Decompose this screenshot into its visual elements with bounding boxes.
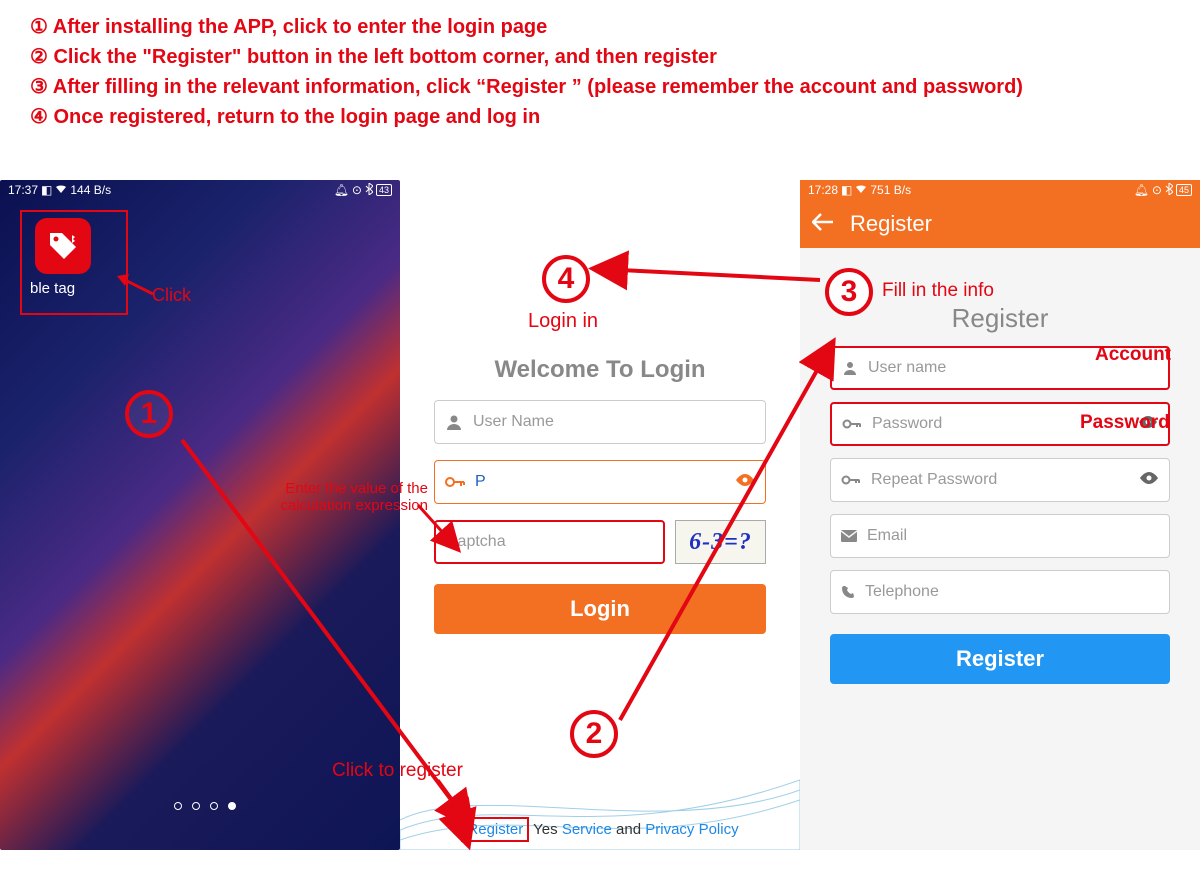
status-time: 17:28 (808, 183, 838, 197)
captcha-field[interactable] (434, 520, 665, 564)
status-net: 751 B/s (870, 183, 911, 197)
register-button[interactable]: Register (830, 634, 1170, 684)
bluetooth-icon (1165, 183, 1173, 198)
reg-tel-field[interactable] (830, 570, 1170, 614)
step-2-marker: 2 (570, 710, 618, 758)
step-1-marker: 1 (125, 390, 173, 438)
calc-annotation: Enter the value of the calculation expre… (258, 480, 428, 514)
reg-repeat-field[interactable] (830, 458, 1170, 502)
password-input[interactable] (475, 473, 725, 491)
password-annotation: Password (1080, 412, 1170, 434)
status-time: 17:37 (8, 183, 38, 197)
reg-email-input[interactable] (867, 527, 1159, 545)
click-annotation: Click (152, 285, 191, 306)
login-title: Welcome To Login (400, 356, 800, 384)
battery-icon: 43 (376, 184, 392, 196)
wifi-icon (55, 183, 67, 197)
reg-repeat-input[interactable] (871, 471, 1129, 489)
back-arrow-icon[interactable] (812, 211, 834, 237)
tag-icon (46, 229, 80, 263)
instruction-3: ③ After filling in the relevant informat… (30, 72, 1170, 102)
reg-email-field[interactable] (830, 514, 1170, 558)
status-net: 144 B/s (70, 183, 111, 197)
clock-icon: ⊙ (1152, 183, 1162, 197)
dot-2[interactable] (192, 802, 200, 810)
instruction-1: ① After installing the APP, click to ent… (30, 12, 1170, 42)
fill-in-info-annotation: Fill in the info (882, 280, 994, 302)
step-4-marker: 4 (542, 255, 590, 303)
eye-icon[interactable] (735, 473, 755, 492)
key-icon (445, 475, 465, 489)
register-header-title: Register (850, 211, 932, 237)
calc-annotation-l1: Enter the value of the (258, 480, 428, 497)
clock-icon: ⊙ (352, 183, 362, 197)
step-3-marker: 3 (825, 268, 873, 316)
page-dots[interactable] (174, 802, 236, 810)
wifi-icon (855, 183, 867, 197)
nfc-icon: ◧ (841, 183, 852, 197)
status-bar: 17:37 ◧ 144 B/s 🔔︎ ⊙ 43 (0, 180, 400, 200)
battery-icon: 45 (1176, 184, 1192, 196)
key-icon (842, 418, 862, 430)
mail-icon (841, 530, 857, 542)
click-arrow (115, 272, 155, 302)
phone-icon (841, 585, 855, 599)
service-link[interactable]: Service (562, 821, 612, 838)
user-icon (842, 360, 858, 376)
captcha-input[interactable] (446, 533, 653, 551)
instructions-block: ① After installing the APP, click to ent… (0, 0, 1200, 132)
instruction-4: ④ Once registered, return to the login p… (30, 102, 1170, 132)
bell-icon: 🔔︎ (334, 183, 349, 197)
app-label: ble tag (30, 280, 75, 297)
login-button[interactable]: Login (434, 584, 766, 634)
footer-yes-text: Yes (533, 821, 557, 838)
bluetooth-icon (365, 183, 373, 198)
instruction-2: ② Click the "Register" button in the lef… (30, 42, 1170, 72)
register-header: Register (800, 200, 1200, 248)
dot-4[interactable] (228, 802, 236, 810)
login-in-annotation: Login in (528, 310, 598, 333)
user-icon (445, 413, 463, 431)
account-annotation: Account (1095, 344, 1171, 366)
app-icon[interactable] (35, 218, 91, 274)
click-to-register-annotation: Click to register (332, 760, 463, 782)
register-link[interactable]: Register (467, 821, 523, 838)
footer-and: and (612, 821, 645, 838)
dot-1[interactable] (174, 802, 182, 810)
password-field[interactable] (434, 460, 766, 504)
username-input[interactable] (473, 413, 755, 431)
captcha-image[interactable]: 6-3=? (675, 520, 766, 564)
reg-tel-input[interactable] (865, 583, 1159, 601)
login-footer: Register Yes Service and Privacy Policy (400, 817, 800, 842)
privacy-link[interactable]: Privacy Policy (645, 821, 738, 838)
calc-annotation-l2: calculation expression (258, 497, 428, 514)
key-icon (841, 474, 861, 486)
eye-icon[interactable] (1139, 471, 1159, 490)
username-field[interactable] (434, 400, 766, 444)
dot-3[interactable] (210, 802, 218, 810)
bell-icon: 🔔︎ (1134, 183, 1149, 197)
status-bar: 17:28 ◧ 751 B/s 🔔︎ ⊙ 45 (800, 180, 1200, 200)
nfc-icon: ◧ (41, 183, 52, 197)
phone-home-screen: 17:37 ◧ 144 B/s 🔔︎ ⊙ 43 (0, 180, 400, 850)
